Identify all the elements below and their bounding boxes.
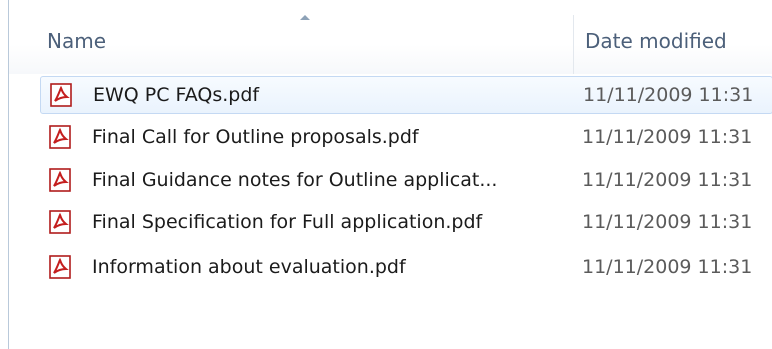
- pdf-icon: [49, 255, 71, 279]
- file-date-modified: 11/11/2009 11:31: [583, 84, 754, 106]
- pdf-icon: [49, 168, 71, 192]
- file-list-view: Name Date modified EWQ PC FAQs.pdf 11/11…: [8, 0, 772, 349]
- column-divider[interactable]: [573, 15, 574, 74]
- file-row[interactable]: Information about evaluation.pdf 11/11/2…: [40, 249, 772, 287]
- file-date-modified: 11/11/2009 11:31: [582, 211, 753, 233]
- file-name: Final Specification for Full application…: [92, 211, 483, 233]
- pdf-icon: [49, 210, 71, 234]
- pdf-icon: [50, 83, 72, 107]
- column-header-date-modified[interactable]: Date modified: [585, 29, 727, 53]
- file-row[interactable]: EWQ PC FAQs.pdf 11/11/2009 11:31: [40, 76, 772, 114]
- file-date-modified: 11/11/2009 11:31: [582, 169, 753, 191]
- file-name: Information about evaluation.pdf: [92, 256, 406, 278]
- file-date-modified: 11/11/2009 11:31: [582, 126, 753, 148]
- file-row[interactable]: Final Guidance notes for Outline applica…: [40, 162, 772, 200]
- column-header-bar: Name Date modified: [9, 0, 772, 74]
- sort-ascending-icon: [300, 15, 310, 20]
- file-name: Final Guidance notes for Outline applica…: [92, 169, 498, 191]
- column-header-name[interactable]: Name: [47, 29, 106, 53]
- file-row[interactable]: Final Specification for Full application…: [40, 204, 772, 242]
- file-name: EWQ PC FAQs.pdf: [93, 84, 260, 106]
- file-row[interactable]: Final Call for Outline proposals.pdf 11/…: [40, 119, 772, 157]
- file-date-modified: 11/11/2009 11:31: [582, 256, 753, 278]
- file-name: Final Call for Outline proposals.pdf: [92, 126, 419, 148]
- pdf-icon: [49, 125, 71, 149]
